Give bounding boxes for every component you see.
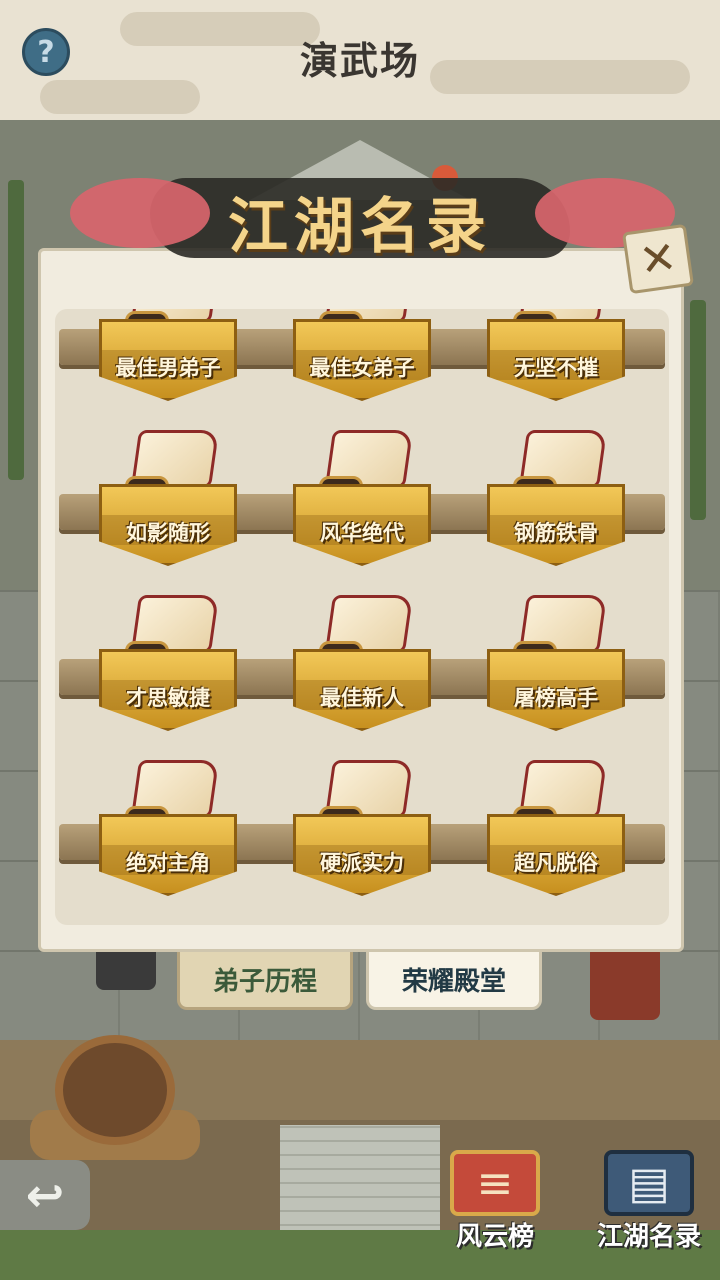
award-item[interactable]: 才思敏捷 (93, 589, 243, 754)
award-label: 钢筋铁骨 (514, 521, 598, 545)
award-item[interactable]: 风华绝代 (287, 424, 437, 589)
book-icon (604, 1150, 694, 1216)
back-arrow-icon[interactable]: ↩ (0, 1160, 90, 1230)
award-item[interactable]: 绝对主角 (93, 754, 243, 919)
awards-grid: 最佳男弟子 最佳女弟子 无坚不摧 如影随形 风华绝代 钢筋铁骨 才思敏捷 最佳新… (55, 309, 669, 925)
award-item[interactable]: 硬派实力 (287, 754, 437, 919)
award-item[interactable]: 超凡脱俗 (481, 754, 631, 919)
bamboo (690, 300, 706, 520)
award-item[interactable]: 无坚不摧 (481, 309, 631, 424)
modal-title: 江湖名录 (228, 192, 492, 262)
award-item[interactable]: 屠榜高手 (481, 589, 631, 754)
jianghu-records-label: 江湖名录 (596, 1222, 701, 1252)
leaderboard-button[interactable]: 风云榜 (430, 1150, 560, 1260)
award-label: 最佳女弟子 (309, 356, 415, 380)
leaderboard-icon (450, 1150, 540, 1216)
award-item[interactable]: 最佳男弟子 (93, 309, 243, 424)
award-item[interactable]: 如影随形 (93, 424, 243, 589)
page-title: 演武场 (299, 39, 420, 83)
tab-hall-of-honor[interactable]: 荣耀殿堂 (366, 952, 542, 1010)
leaderboard-label: 风云榜 (455, 1222, 534, 1252)
cloud (40, 80, 200, 114)
award-label: 才思敏捷 (126, 686, 210, 710)
award-item[interactable]: 最佳女弟子 (287, 309, 437, 424)
award-label: 绝对主角 (126, 851, 210, 875)
close-icon[interactable]: ✕ (621, 223, 695, 295)
award-label: 超凡脱俗 (514, 851, 598, 875)
award-label: 屠榜高手 (514, 686, 598, 710)
award-label: 无坚不摧 (514, 356, 598, 380)
jianghu-records-button[interactable]: 江湖名录 (584, 1150, 714, 1260)
award-item[interactable]: 最佳新人 (287, 589, 437, 754)
award-label: 风华绝代 (320, 521, 404, 545)
records-panel: 最佳男弟子 最佳女弟子 无坚不摧 如影随形 风华绝代 钢筋铁骨 才思敏捷 最佳新… (38, 248, 684, 952)
disciple-character (590, 945, 660, 1020)
award-label: 最佳男弟子 (115, 356, 221, 380)
award-label: 如影随形 (126, 521, 210, 545)
tab-disciple-history[interactable]: 弟子历程 (177, 952, 353, 1010)
award-item[interactable]: 钢筋铁骨 (481, 424, 631, 589)
drum (55, 1035, 175, 1145)
award-label: 硬派实力 (320, 851, 404, 875)
award-label: 最佳新人 (320, 686, 404, 710)
